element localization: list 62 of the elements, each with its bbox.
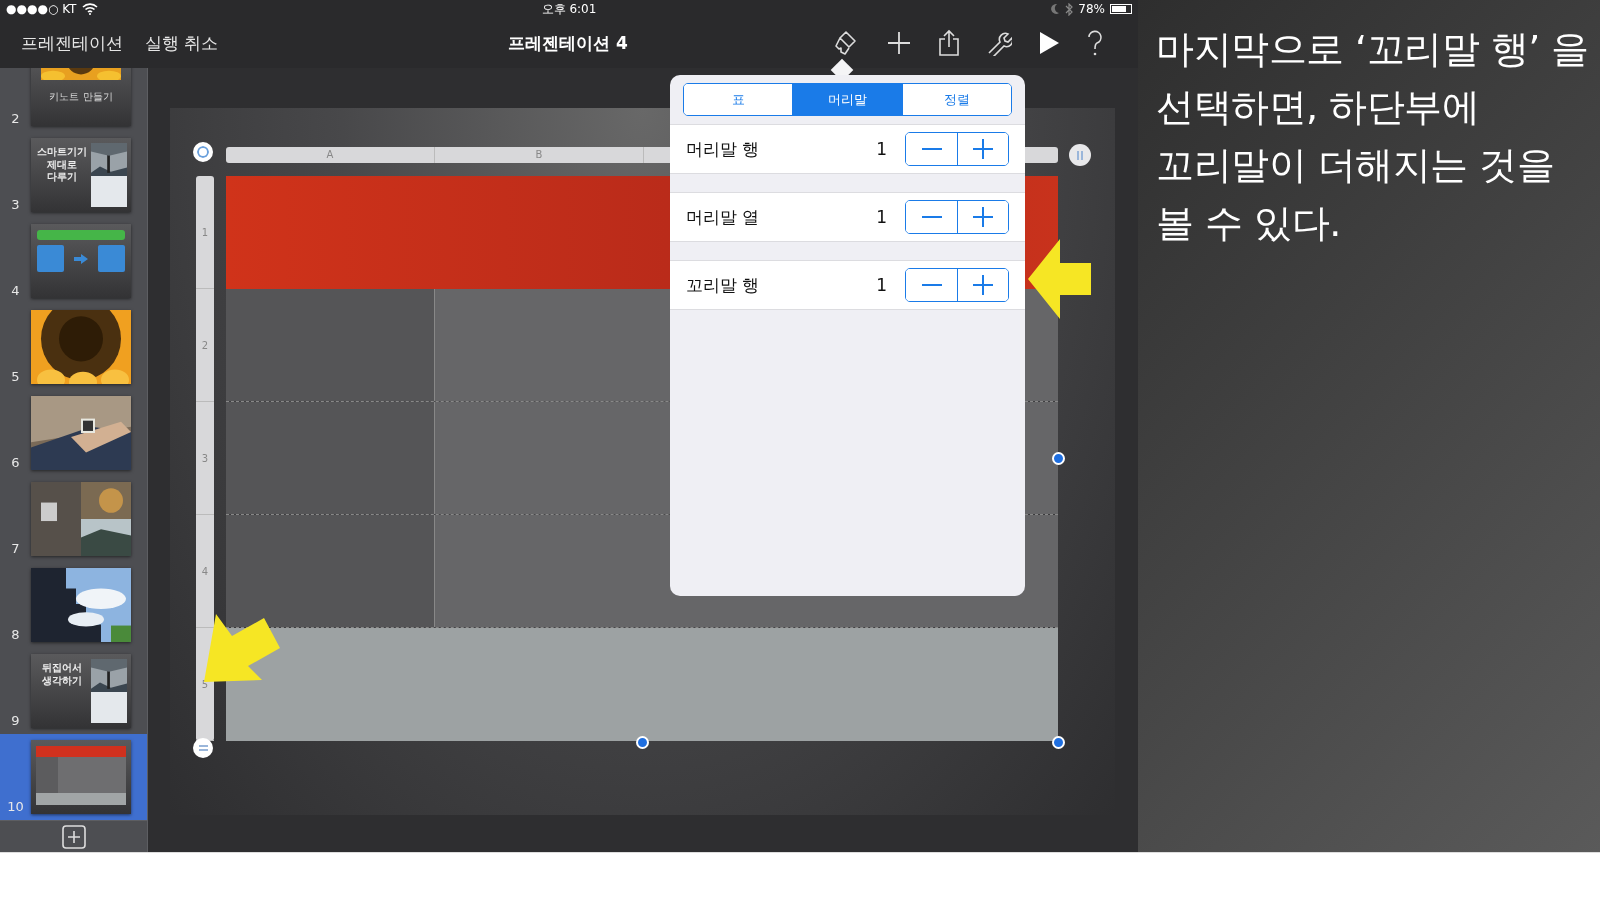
increment-button[interactable] [957, 201, 1008, 233]
wifi-icon [82, 3, 99, 15]
annotation-text: 마지막으로 ‘꼬리말 행’ 을 선택하면, 하단부에 꼬리말이 더해지는 것을 볼 수 있다. [1156, 26, 1590, 247]
slide-number: 8 [10, 628, 21, 642]
row-resize-handle[interactable] [193, 738, 213, 758]
help-icon[interactable] [1086, 29, 1104, 57]
plus-icon [973, 207, 993, 227]
stepper-control[interactable] [905, 268, 1009, 302]
column-label[interactable]: B [435, 147, 644, 163]
slide-number: 10 [6, 800, 25, 814]
plus-icon [973, 139, 993, 159]
battery-icon [1110, 4, 1132, 14]
moon-icon [1050, 3, 1061, 15]
segment-tab[interactable]: 표 [684, 84, 794, 115]
count-value: 1 [876, 139, 887, 159]
stepper-control[interactable] [905, 200, 1009, 234]
minus-icon [921, 148, 942, 150]
plus-icon [973, 275, 993, 295]
clock-text: 오후 6:01 [541, 0, 597, 18]
row-label: 꼬리말 행 [686, 273, 761, 297]
slide-number: 9 [10, 714, 21, 728]
slide-title: 스마트기기 제대로 다루기 [36, 145, 88, 184]
slide-number: 2 [10, 112, 21, 126]
table-handle[interactable] [193, 142, 213, 162]
add-slide-button[interactable] [0, 820, 147, 852]
segment-tab[interactable]: 머리말 [793, 84, 903, 115]
slide-thumbnail[interactable]: 10 [0, 734, 147, 820]
row-label[interactable]: 3 [196, 402, 214, 515]
slide-title: 키노트 만들기 [49, 90, 113, 104]
increment-button[interactable] [957, 269, 1008, 301]
slide-title: 뒤집어서 생각하기 [41, 661, 83, 688]
bluetooth-icon [1065, 2, 1074, 16]
slide-number: 4 [10, 284, 21, 298]
nav-button[interactable]: 프레젠테이션 [10, 31, 134, 55]
plus-icon [61, 824, 86, 849]
minus-icon [921, 284, 942, 286]
wrench-icon[interactable] [986, 30, 1012, 56]
row-label: 머리말 행 [686, 137, 761, 161]
row-label: 머리말 열 [686, 205, 761, 229]
stepper-control[interactable] [905, 132, 1009, 166]
slide-number: 3 [10, 198, 21, 212]
segment-tab[interactable]: 정렬 [902, 84, 1011, 115]
slide-number: 7 [10, 542, 21, 556]
document-title: 프레젠테이션 4 [508, 31, 628, 55]
column-resize-handle[interactable] [1069, 144, 1091, 166]
add-icon[interactable] [886, 30, 912, 56]
increment-button[interactable] [957, 133, 1008, 165]
share-icon[interactable] [938, 29, 960, 57]
slide-number: 6 [10, 456, 21, 470]
play-icon[interactable] [1038, 31, 1060, 55]
nav-button[interactable]: 실행 취소 [134, 31, 230, 55]
count-value: 1 [876, 207, 887, 227]
row-label[interactable]: 1 [196, 176, 214, 289]
column-label[interactable]: A [226, 147, 435, 163]
arrow-icon [1026, 238, 1092, 320]
selection-handle[interactable] [1052, 736, 1065, 749]
count-value: 1 [876, 275, 887, 295]
carrier-text: ●●●●○ KT [6, 2, 77, 16]
slide-number: 5 [10, 370, 21, 384]
row-label[interactable]: 2 [196, 289, 214, 402]
battery-percent: 78% [1078, 2, 1105, 16]
minus-icon [921, 216, 942, 218]
